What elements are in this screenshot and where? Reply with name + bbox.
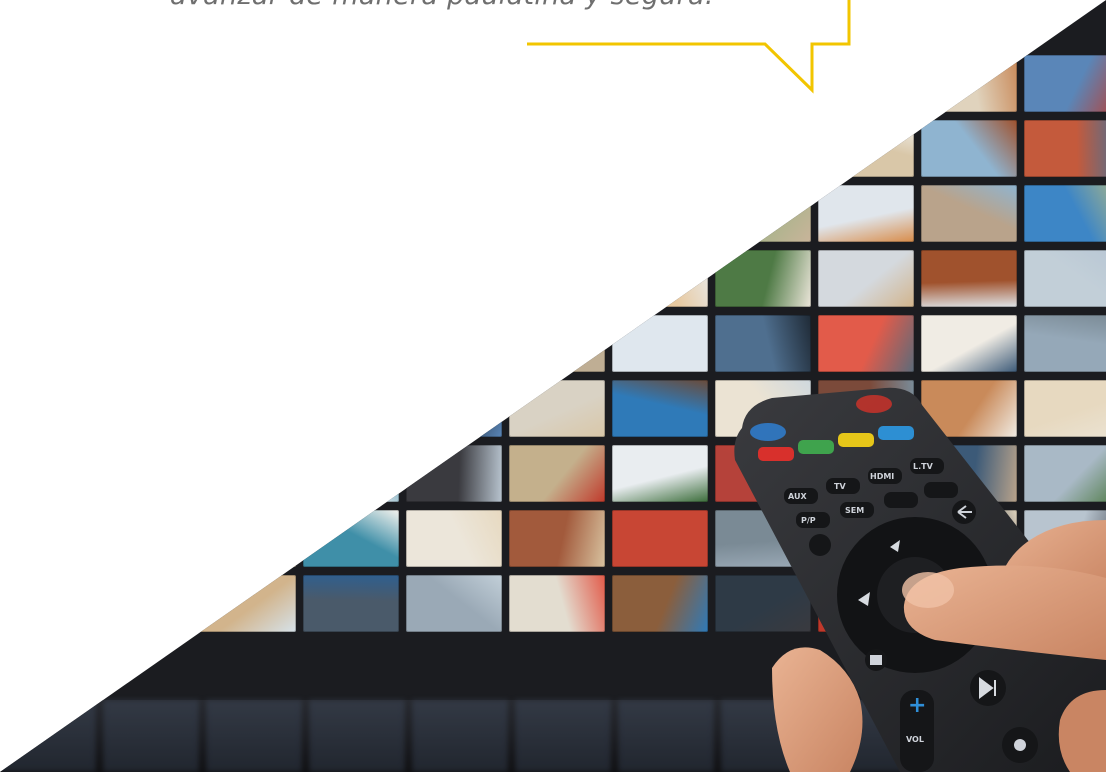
ltv-key-label: L.TV <box>913 462 934 471</box>
power-button-left[interactable] <box>750 423 786 441</box>
video-tile <box>406 315 502 372</box>
video-tile <box>406 55 502 112</box>
video-tile <box>303 250 399 307</box>
aux-key-label: AUX <box>788 492 807 501</box>
video-tile <box>200 120 296 177</box>
red-key[interactable] <box>758 447 794 461</box>
video-tile <box>509 250 605 307</box>
video-tile <box>612 120 708 177</box>
hand-holding-remote: AUX TV HDMI L.TV P/P SEM + VOL <box>734 387 1106 772</box>
video-tile <box>200 510 296 567</box>
video-tile <box>818 55 914 112</box>
video-tile <box>303 120 399 177</box>
video-tile <box>200 185 296 242</box>
page: AUX TV HDMI L.TV P/P SEM + VOL <box>0 0 1106 772</box>
video-tile <box>406 380 502 437</box>
video-tile <box>612 185 708 242</box>
tv-key-label: TV <box>834 482 846 491</box>
video-tile <box>200 445 296 502</box>
volume-label: VOL <box>906 735 924 744</box>
video-tile <box>406 120 502 177</box>
rewind-key[interactable] <box>884 492 918 508</box>
video-tile <box>303 445 399 502</box>
yellow-key[interactable] <box>838 433 874 447</box>
quote-text: avanzar de manera paulatina y segura. <box>170 0 870 14</box>
video-tile <box>303 315 399 372</box>
video-tile <box>612 55 708 112</box>
video-tile <box>303 55 399 112</box>
video-tile <box>200 250 296 307</box>
forward-key[interactable] <box>924 482 958 498</box>
hdmi-key-label: HDMI <box>870 472 894 481</box>
video-tile <box>303 380 399 437</box>
green-key[interactable] <box>798 440 834 454</box>
sem-key-label: SEM <box>845 506 864 515</box>
power-button-right[interactable] <box>856 395 892 413</box>
video-tile <box>200 55 296 112</box>
video-tile <box>715 55 811 112</box>
stop-icon <box>870 655 882 665</box>
video-wall-photo: AUX TV HDMI L.TV P/P SEM + VOL <box>0 0 1106 772</box>
blue-key[interactable] <box>878 426 914 440</box>
video-tile <box>200 315 296 372</box>
video-tile <box>509 120 605 177</box>
record-icon <box>1014 739 1026 751</box>
menu-button[interactable] <box>809 534 831 556</box>
video-tile <box>200 380 296 437</box>
video-tile <box>509 185 605 242</box>
volume-plus-icon: + <box>908 693 926 718</box>
video-tile <box>406 250 502 307</box>
video-tile <box>715 120 811 177</box>
video-tile <box>406 185 502 242</box>
video-tile <box>509 55 605 112</box>
video-tile <box>303 185 399 242</box>
pip-key-label: P/P <box>801 516 816 525</box>
